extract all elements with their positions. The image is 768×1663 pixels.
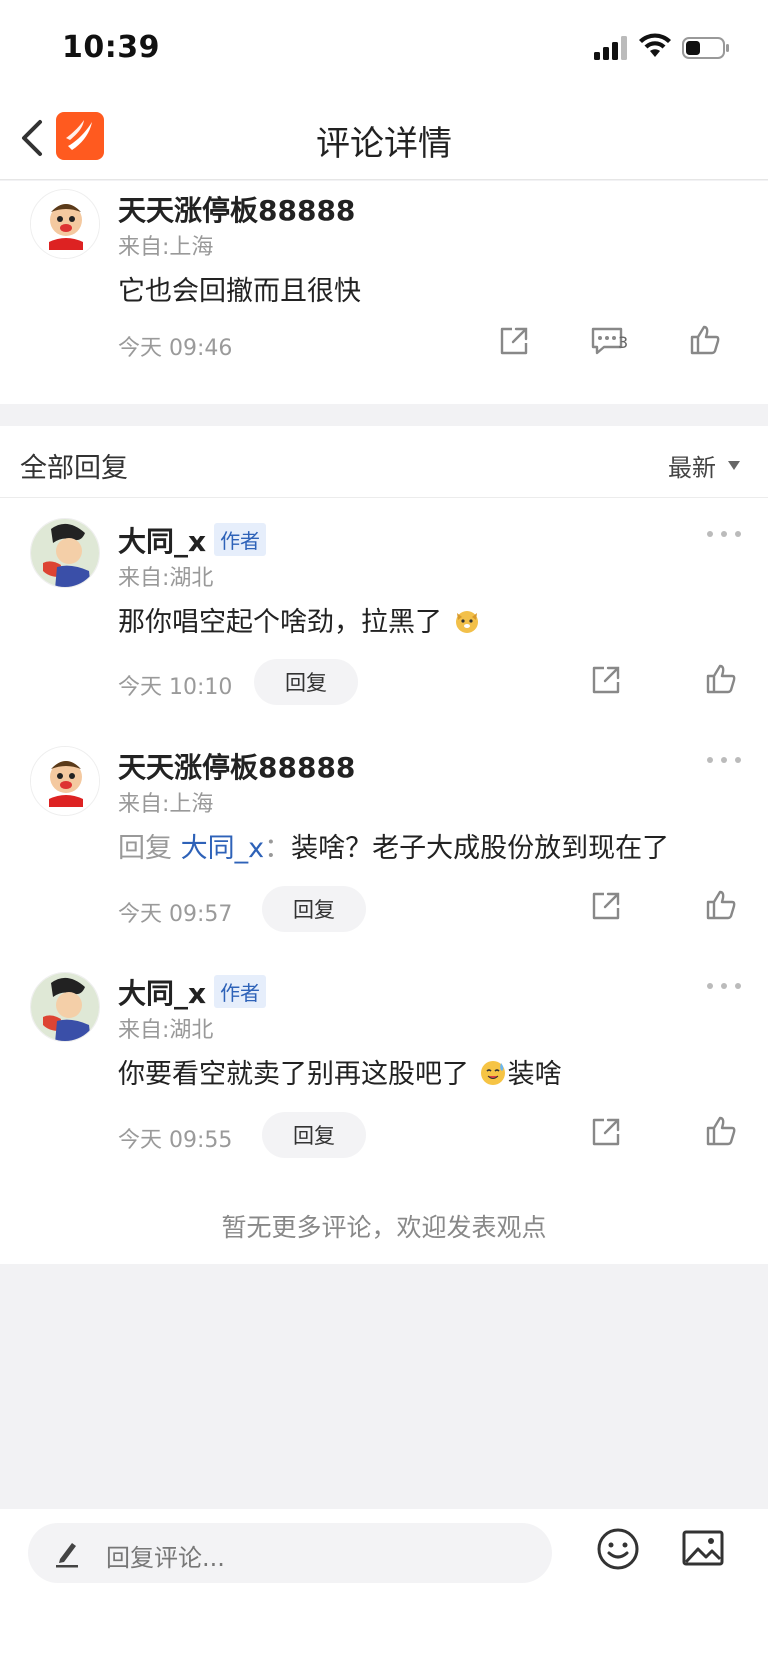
no-more-comments-notice: 暂无更多评论，欢迎发表观点 bbox=[221, 1213, 547, 1242]
like-icon[interactable] bbox=[688, 323, 722, 357]
avatar[interactable] bbox=[30, 189, 100, 259]
bottom-bar: 回复评论... bbox=[0, 1509, 768, 1663]
dog-emoji-icon bbox=[455, 611, 478, 633]
reply-button[interactable]: 回复 bbox=[254, 659, 358, 705]
emoji-icon[interactable] bbox=[596, 1527, 640, 1571]
more-options-icon[interactable] bbox=[704, 980, 744, 992]
reply-time: 今天 10:10 bbox=[118, 675, 233, 700]
username[interactable]: 天天涨停板88888 bbox=[118, 189, 355, 229]
location-label: 来自:湖北 bbox=[118, 1018, 214, 1043]
reply-content: 你要看空就卖了别再这股吧了 装啥 bbox=[118, 1059, 562, 1090]
username[interactable]: 大同_x 作者 bbox=[118, 520, 267, 560]
share-icon[interactable] bbox=[590, 1116, 622, 1148]
reply-content: 那你唱空起个啥劲，拉黑了 bbox=[118, 600, 481, 639]
comment-content: 它也会回撤而且很快 bbox=[118, 276, 361, 307]
sort-label: 最新 bbox=[668, 454, 716, 482]
wifi-icon bbox=[639, 33, 671, 57]
reply-input[interactable]: 回复评论... bbox=[28, 1523, 552, 1583]
battery-icon bbox=[682, 37, 729, 59]
like-icon[interactable] bbox=[704, 888, 738, 922]
location-label: 来自:湖北 bbox=[118, 566, 214, 591]
replies-section: 全部回复 最新 大同_x 作者 来自:湖北 那你唱空起个啥劲，拉黑了 今天 10… bbox=[0, 426, 768, 1264]
status-bar: 10:39 bbox=[0, 0, 768, 96]
avatar[interactable] bbox=[30, 746, 100, 816]
reply-content: 回复 大同_x：装啥？老子大成股份放到现在了 bbox=[118, 833, 670, 864]
avatar[interactable] bbox=[30, 518, 100, 588]
more-options-icon[interactable] bbox=[704, 528, 744, 540]
page-title: 评论详情 bbox=[316, 124, 452, 164]
reply-target-link[interactable]: 大同_x bbox=[181, 833, 264, 864]
nav-bar: 评论详情 bbox=[0, 96, 768, 180]
reply-button[interactable]: 回复 bbox=[262, 1112, 366, 1158]
share-icon[interactable] bbox=[590, 664, 622, 696]
share-icon[interactable] bbox=[498, 325, 530, 357]
author-badge: 作者 bbox=[214, 975, 267, 1008]
replies-title: 全部回复 bbox=[20, 453, 128, 484]
caret-down-icon bbox=[728, 461, 740, 470]
location-label: 来自:上海 bbox=[118, 792, 214, 817]
location-label: 来自:上海 bbox=[118, 235, 214, 260]
section-divider bbox=[0, 404, 768, 426]
reply-time: 今天 09:55 bbox=[118, 1128, 233, 1153]
status-time: 10:39 bbox=[62, 30, 160, 65]
reply-count-badge: 3 bbox=[618, 333, 629, 352]
username[interactable]: 天天涨停板88888 bbox=[118, 746, 355, 786]
main-comment: 天天涨停板88888 来自:上海 它也会回撤而且很快 今天 09:46 3 bbox=[0, 181, 768, 404]
comment-time: 今天 09:46 bbox=[118, 336, 233, 361]
pen-icon bbox=[56, 1543, 78, 1568]
cellular-signal-icon bbox=[594, 36, 627, 60]
like-icon[interactable] bbox=[704, 1114, 738, 1148]
image-icon[interactable] bbox=[682, 1529, 724, 1569]
reply-input-placeholder: 回复评论... bbox=[106, 1544, 225, 1572]
reply-time: 今天 09:57 bbox=[118, 902, 233, 927]
author-badge: 作者 bbox=[214, 523, 267, 556]
sort-dropdown[interactable]: 最新 bbox=[668, 448, 740, 483]
sweat-smile-emoji-icon bbox=[480, 1061, 505, 1085]
reply-button[interactable]: 回复 bbox=[262, 886, 366, 932]
like-icon[interactable] bbox=[704, 662, 738, 696]
replies-header: 全部回复 最新 bbox=[0, 426, 768, 498]
more-options-icon[interactable] bbox=[704, 754, 744, 766]
share-icon[interactable] bbox=[590, 890, 622, 922]
username[interactable]: 大同_x 作者 bbox=[118, 972, 267, 1012]
avatar[interactable] bbox=[30, 972, 100, 1042]
